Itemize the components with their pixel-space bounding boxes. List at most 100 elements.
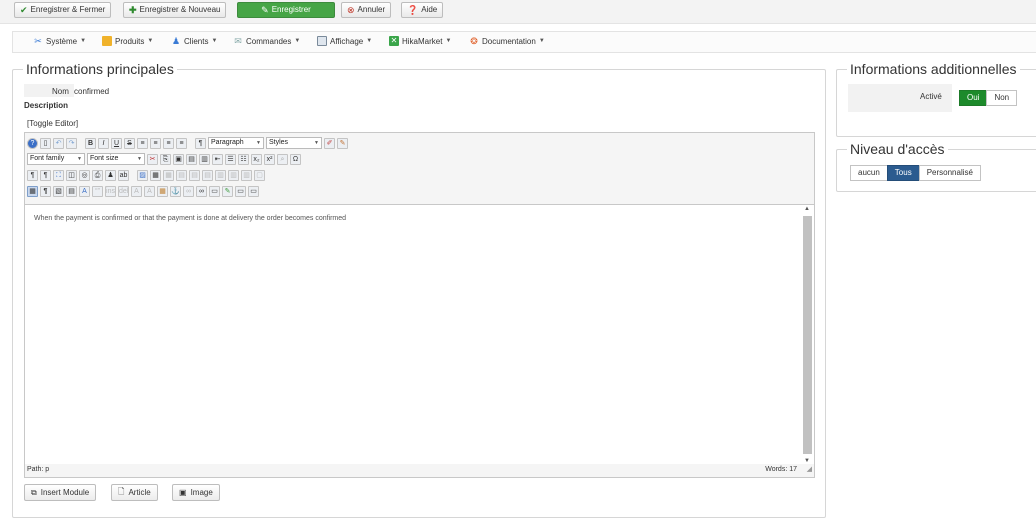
numbered-list-icon[interactable]: ☷ xyxy=(238,153,249,165)
active-toggle[interactable]: Oui Non xyxy=(959,90,1018,106)
find-replace-icon[interactable]: ♟ xyxy=(105,169,116,181)
code-icon[interactable]: ✎ xyxy=(222,185,233,197)
outdent-icon[interactable]: ⇤ xyxy=(212,153,223,165)
cut-icon[interactable]: ✂ xyxy=(147,153,158,165)
fullscreen-icon[interactable]: ⛶ xyxy=(53,169,64,181)
help-icon[interactable]: ? xyxy=(27,137,38,149)
delete-col-icon[interactable]: ▥ xyxy=(228,169,239,181)
access-none-button[interactable]: aucun xyxy=(850,165,888,181)
rtl-icon[interactable]: ¶ xyxy=(40,169,51,181)
font-family-select[interactable]: Font family ▼ xyxy=(27,153,85,165)
paste-icon[interactable]: ▣ xyxy=(173,153,184,165)
menu-item-commandes[interactable]: ✉ Commandes ▼ xyxy=(233,36,300,46)
menu-item-systeme[interactable]: ✂ Système ▼ xyxy=(33,36,86,46)
font-size-select[interactable]: Font size ▼ xyxy=(87,153,145,165)
scroll-up-icon[interactable]: ▲ xyxy=(802,206,812,212)
redo-icon[interactable]: ↷ xyxy=(66,137,77,149)
article-button[interactable]: 🗋 Article xyxy=(111,484,158,501)
menu-item-clients[interactable]: ♟ Clients ▼ xyxy=(171,36,217,46)
cancel-button[interactable]: ⊗ Annuler xyxy=(341,2,392,18)
readmore-icon[interactable]: ▭ xyxy=(248,185,259,197)
help-button[interactable]: ❓ Aide xyxy=(401,2,444,18)
paste-text-icon[interactable]: ▤ xyxy=(186,153,197,165)
menu-item-hikamarket[interactable]: ✕ HikaMarket ▼ xyxy=(389,36,451,46)
layer-icon[interactable]: ▤ xyxy=(66,185,77,197)
italic-icon[interactable]: I xyxy=(98,137,109,149)
access-custom-button[interactable]: Personnalisé xyxy=(918,165,981,181)
row-props-icon[interactable]: ▤ xyxy=(176,169,187,181)
cite-icon[interactable]: “” xyxy=(92,185,103,197)
editor-content-area[interactable]: When the payment is confirmed or that th… xyxy=(25,204,814,464)
editor-scrollbar[interactable]: ▲ ▼ xyxy=(802,206,812,464)
spellcheck-icon[interactable]: ab xyxy=(118,169,129,181)
ins-icon[interactable]: ins xyxy=(105,185,116,197)
save-new-button[interactable]: ✚ Enregistrer & Nouveau xyxy=(123,2,227,18)
subscript-icon[interactable]: x₂ xyxy=(251,153,262,165)
anchor-icon[interactable]: ⚓ xyxy=(170,185,181,197)
align-center-icon[interactable]: ≡ xyxy=(150,137,161,149)
main-info-legend: Informations principales xyxy=(23,61,177,77)
insert-module-button[interactable]: ⧉ Insert Module xyxy=(24,484,97,501)
underline-icon[interactable]: U xyxy=(111,137,122,149)
paste-word-icon[interactable]: ▥ xyxy=(199,153,210,165)
save-button[interactable]: ✎ Enregistrer xyxy=(237,2,335,18)
toggle-editor-link[interactable]: [Toggle Editor] xyxy=(27,119,78,128)
undo-icon[interactable]: ↶ xyxy=(53,137,64,149)
access-level-legend: Niveau d'accès xyxy=(847,141,948,157)
media-icon[interactable]: ◎ xyxy=(79,169,90,181)
insert-row-icon[interactable]: ▤ xyxy=(189,169,200,181)
menu-item-documentation[interactable]: ❂ Documentation ▼ xyxy=(469,36,545,46)
print-icon[interactable]: ⎙ xyxy=(92,169,103,181)
strikethrough-icon[interactable]: S xyxy=(124,137,135,149)
delete-row-icon[interactable]: ▤ xyxy=(202,169,213,181)
link-icon[interactable]: ∞ xyxy=(196,185,207,197)
editor-toolbar-row-1: ? ▯ ↶ ↷ B I U S ≡ ≡ ≡ ≡ ¶ Paragraph ▼ Sty… xyxy=(27,136,348,150)
bullet-list-icon[interactable]: ☰ xyxy=(225,153,236,165)
new-document-icon[interactable]: ▯ xyxy=(40,137,51,149)
top-toolbar: ✔ Enregistrer & Fermer ✚ Enregistrer & N… xyxy=(0,0,1036,24)
date-icon[interactable]: ▦ xyxy=(157,185,168,197)
editor-content[interactable]: When the payment is confirmed or that th… xyxy=(34,215,346,222)
table-icon[interactable]: ▦ xyxy=(163,169,174,181)
active-yes-button[interactable]: Oui xyxy=(959,90,988,106)
styles-select[interactable]: Styles ▼ xyxy=(266,137,322,149)
superscript-icon[interactable]: x² xyxy=(264,153,275,165)
menu-item-affichage[interactable]: Affichage ▼ xyxy=(317,36,372,46)
visual-aid-icon[interactable]: ▦ xyxy=(27,185,38,197)
del-icon[interactable]: del xyxy=(118,185,129,197)
insert-col-icon[interactable]: ▥ xyxy=(215,169,226,181)
access-level-toggle[interactable]: aucun Tous Personnalisé xyxy=(850,165,981,181)
copy-icon[interactable]: ⎘ xyxy=(160,153,171,165)
special-char-icon[interactable]: Ω xyxy=(290,153,301,165)
bg-color-icon[interactable]: A xyxy=(144,185,155,197)
template-icon[interactable]: ▧ xyxy=(53,185,64,197)
abbr-icon[interactable]: A xyxy=(79,185,90,197)
split-cells-icon[interactable]: ▢ xyxy=(254,169,265,181)
show-blocks-icon[interactable]: ¶ xyxy=(40,185,51,197)
bold-icon[interactable]: B xyxy=(85,137,96,149)
save-close-button[interactable]: ✔ Enregistrer & Fermer xyxy=(14,2,112,18)
access-all-button[interactable]: Tous xyxy=(886,165,920,181)
unlink-icon[interactable]: ∞ xyxy=(183,185,194,197)
merge-cells-icon[interactable]: ▥ xyxy=(241,169,252,181)
format-select[interactable]: Paragraph ▼ xyxy=(208,137,264,149)
image-button[interactable]: ▣ Image xyxy=(172,484,220,501)
hr-icon[interactable]: ▭ xyxy=(209,185,220,197)
ltr-icon[interactable]: ¶ xyxy=(27,169,38,181)
scroll-thumb[interactable] xyxy=(803,216,812,454)
plus-icon: ✚ xyxy=(129,4,137,15)
align-justify-icon[interactable]: ≡ xyxy=(176,137,187,149)
text-color-icon[interactable]: A xyxy=(131,185,142,197)
image-manager-icon[interactable]: ▦ xyxy=(150,169,161,181)
menu-item-produits[interactable]: Produits ▼ xyxy=(102,36,153,46)
resize-handle-icon[interactable]: ◢ xyxy=(807,465,812,473)
active-no-button[interactable]: Non xyxy=(986,90,1018,106)
align-right-icon[interactable]: ≡ xyxy=(163,137,174,149)
remove-format-icon[interactable]: ✎ xyxy=(337,137,348,149)
align-left-icon[interactable]: ≡ xyxy=(137,137,148,149)
clean-format-icon[interactable]: ✐ xyxy=(324,137,335,149)
preview-icon[interactable]: ◫ xyxy=(66,169,77,181)
insert-image-icon[interactable]: ▨ xyxy=(137,169,148,181)
html-icon[interactable]: ▭ xyxy=(235,185,246,197)
search-icon[interactable]: ⌕ xyxy=(277,153,288,165)
